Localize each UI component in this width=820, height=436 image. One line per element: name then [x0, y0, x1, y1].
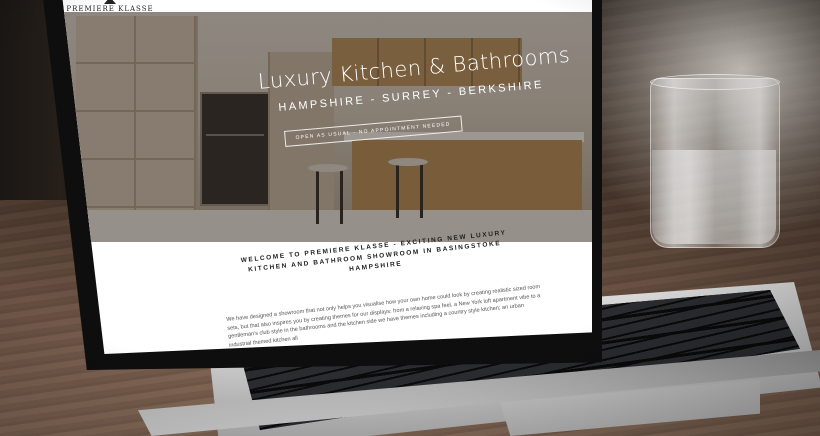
laptop-screen: PREMIERE KLASSE KITCHENS AND BATHROOMS L…	[62, 0, 592, 354]
logo-house-icon	[104, 0, 116, 4]
photo-scene: PREMIERE KLASSE KITCHENS AND BATHROOMS L…	[0, 0, 820, 436]
water-in-glass	[652, 150, 776, 244]
